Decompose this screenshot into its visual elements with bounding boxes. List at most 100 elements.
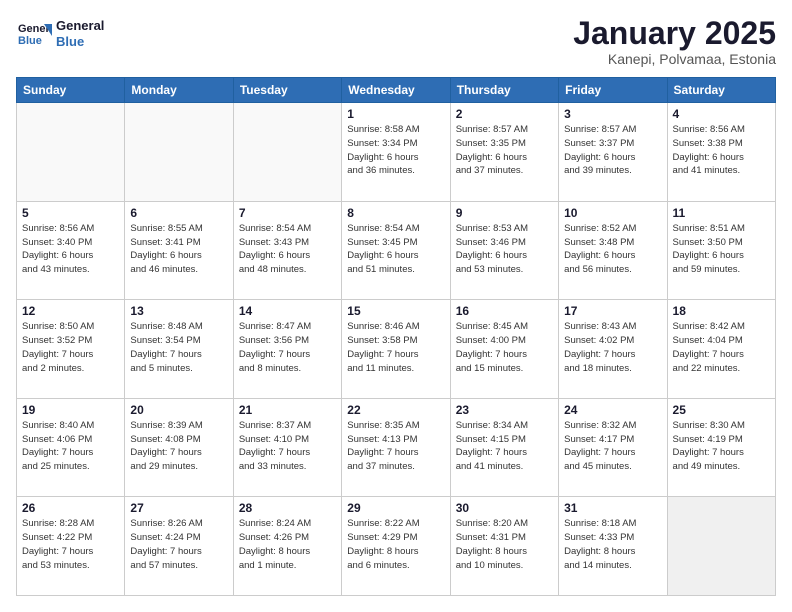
day-info: Sunrise: 8:45 AM Sunset: 4:00 PM Dayligh… — [456, 320, 553, 375]
weekday-header-sunday: Sunday — [17, 78, 125, 103]
calendar-cell: 23Sunrise: 8:34 AM Sunset: 4:15 PM Dayli… — [450, 398, 558, 497]
day-number: 10 — [564, 206, 661, 220]
day-number: 27 — [130, 501, 227, 515]
day-info: Sunrise: 8:30 AM Sunset: 4:19 PM Dayligh… — [673, 419, 770, 474]
logo-text-line1: General — [56, 18, 104, 34]
day-number: 22 — [347, 403, 444, 417]
svg-text:Blue: Blue — [18, 35, 42, 47]
day-info: Sunrise: 8:39 AM Sunset: 4:08 PM Dayligh… — [130, 419, 227, 474]
day-info: Sunrise: 8:53 AM Sunset: 3:46 PM Dayligh… — [456, 222, 553, 277]
calendar-cell: 22 Sunrise: 8:35 AM Sunset: 4:13 PM Dayli… — [342, 398, 450, 497]
day-number: 24 — [564, 403, 661, 417]
day-info: Sunrise: 8:47 AM Sunset: 3:56 PM Dayligh… — [239, 320, 336, 375]
calendar-cell: 27 Sunrise: 8:26 AM Sunset: 4:24 PM Dayli… — [125, 497, 233, 596]
calendar-cell: 12 Sunrise: 8:50 AM Sunset: 3:52 PM Dayli… — [17, 300, 125, 399]
day-number: 14 — [239, 304, 336, 318]
calendar-cell: 10Sunrise: 8:52 AM Sunset: 3:48 PM Dayli… — [559, 201, 667, 300]
weekday-header-wednesday: Wednesday — [342, 78, 450, 103]
day-info: Sunrise: 8:56 AM Sunset: 3:38 PM Dayligh… — [673, 123, 770, 178]
calendar-cell: 13Sunrise: 8:48 AM Sunset: 3:54 PM Dayli… — [125, 300, 233, 399]
day-info: Sunrise: 8:40 AM Sunset: 4:06 PM Dayligh… — [22, 419, 119, 474]
weekday-header-saturday: Saturday — [667, 78, 775, 103]
day-number: 12 — [22, 304, 119, 318]
day-info: Sunrise: 8:56 AM Sunset: 3:40 PM Dayligh… — [22, 222, 119, 277]
day-number: 21 — [239, 403, 336, 417]
day-info: Sunrise: 8:57 AM Sunset: 3:37 PM Dayligh… — [564, 123, 661, 178]
logo-text-line2: Blue — [56, 34, 104, 50]
calendar-cell — [17, 103, 125, 202]
calendar-cell: 15 Sunrise: 8:46 AM Sunset: 3:58 PM Dayli… — [342, 300, 450, 399]
logo-icon: General Blue — [16, 16, 52, 52]
calendar-cell: 1 Sunrise: 8:58 AM Sunset: 3:34 PM Daylig… — [342, 103, 450, 202]
day-number: 20 — [130, 403, 227, 417]
calendar-cell: 2 Sunrise: 8:57 AM Sunset: 3:35 PM Daylig… — [450, 103, 558, 202]
day-number: 19 — [22, 403, 119, 417]
day-info: Sunrise: 8:37 AM Sunset: 4:10 PM Dayligh… — [239, 419, 336, 474]
day-info: Sunrise: 8:50 AM Sunset: 3:52 PM Dayligh… — [22, 320, 119, 375]
day-number: 29 — [347, 501, 444, 515]
day-info: Sunrise: 8:22 AM Sunset: 4:29 PM Dayligh… — [347, 517, 444, 572]
calendar-cell: 14 Sunrise: 8:47 AM Sunset: 3:56 PM Dayli… — [233, 300, 341, 399]
calendar-cell: 20 Sunrise: 8:39 AM Sunset: 4:08 PM Dayli… — [125, 398, 233, 497]
day-info: Sunrise: 8:54 AM Sunset: 3:45 PM Dayligh… — [347, 222, 444, 277]
weekday-header-friday: Friday — [559, 78, 667, 103]
calendar-cell: 17 Sunrise: 8:43 AM Sunset: 4:02 PM Dayli… — [559, 300, 667, 399]
calendar-cell: 24 Sunrise: 8:32 AM Sunset: 4:17 PM Dayli… — [559, 398, 667, 497]
day-info: Sunrise: 8:42 AM Sunset: 4:04 PM Dayligh… — [673, 320, 770, 375]
calendar-week-0: 1 Sunrise: 8:58 AM Sunset: 3:34 PM Daylig… — [17, 103, 776, 202]
day-info: Sunrise: 8:34 AM Sunset: 4:15 PM Dayligh… — [456, 419, 553, 474]
day-number: 4 — [673, 107, 770, 121]
day-number: 2 — [456, 107, 553, 121]
day-info: Sunrise: 8:35 AM Sunset: 4:13 PM Dayligh… — [347, 419, 444, 474]
logo: General Blue General Blue — [16, 16, 104, 52]
day-number: 17 — [564, 304, 661, 318]
calendar-cell: 11Sunrise: 8:51 AM Sunset: 3:50 PM Dayli… — [667, 201, 775, 300]
calendar-cell: 16Sunrise: 8:45 AM Sunset: 4:00 PM Dayli… — [450, 300, 558, 399]
day-info: Sunrise: 8:26 AM Sunset: 4:24 PM Dayligh… — [130, 517, 227, 572]
day-info: Sunrise: 8:24 AM Sunset: 4:26 PM Dayligh… — [239, 517, 336, 572]
calendar-cell: 6 Sunrise: 8:55 AM Sunset: 3:41 PM Daylig… — [125, 201, 233, 300]
calendar-cell — [125, 103, 233, 202]
day-number: 8 — [347, 206, 444, 220]
day-number: 28 — [239, 501, 336, 515]
calendar-cell: 28 Sunrise: 8:24 AM Sunset: 4:26 PM Dayli… — [233, 497, 341, 596]
calendar-cell: 4 Sunrise: 8:56 AM Sunset: 3:38 PM Daylig… — [667, 103, 775, 202]
calendar-cell: 31 Sunrise: 8:18 AM Sunset: 4:33 PM Dayli… — [559, 497, 667, 596]
day-number: 7 — [239, 206, 336, 220]
day-info: Sunrise: 8:46 AM Sunset: 3:58 PM Dayligh… — [347, 320, 444, 375]
day-info: Sunrise: 8:57 AM Sunset: 3:35 PM Dayligh… — [456, 123, 553, 178]
calendar-week-2: 12 Sunrise: 8:50 AM Sunset: 3:52 PM Dayli… — [17, 300, 776, 399]
day-info: Sunrise: 8:18 AM Sunset: 4:33 PM Dayligh… — [564, 517, 661, 572]
day-number: 26 — [22, 501, 119, 515]
day-number: 5 — [22, 206, 119, 220]
day-info: Sunrise: 8:54 AM Sunset: 3:43 PM Dayligh… — [239, 222, 336, 277]
day-number: 15 — [347, 304, 444, 318]
calendar-table: SundayMondayTuesdayWednesdayThursdayFrid… — [16, 77, 776, 596]
calendar-cell: 26Sunrise: 8:28 AM Sunset: 4:22 PM Dayli… — [17, 497, 125, 596]
title-block: January 2025 Kanepi, Polvamaa, Estonia — [573, 16, 776, 67]
calendar-cell: 21 Sunrise: 8:37 AM Sunset: 4:10 PM Dayli… — [233, 398, 341, 497]
day-number: 3 — [564, 107, 661, 121]
day-info: Sunrise: 8:32 AM Sunset: 4:17 PM Dayligh… — [564, 419, 661, 474]
day-info: Sunrise: 8:20 AM Sunset: 4:31 PM Dayligh… — [456, 517, 553, 572]
page: General Blue General Blue January 2025 K… — [0, 0, 792, 612]
day-info: Sunrise: 8:58 AM Sunset: 3:34 PM Dayligh… — [347, 123, 444, 178]
calendar-cell: 30Sunrise: 8:20 AM Sunset: 4:31 PM Dayli… — [450, 497, 558, 596]
calendar-week-1: 5 Sunrise: 8:56 AM Sunset: 3:40 PM Daylig… — [17, 201, 776, 300]
day-number: 11 — [673, 206, 770, 220]
calendar-cell: 19 Sunrise: 8:40 AM Sunset: 4:06 PM Dayli… — [17, 398, 125, 497]
month-title: January 2025 — [573, 16, 776, 51]
day-info: Sunrise: 8:55 AM Sunset: 3:41 PM Dayligh… — [130, 222, 227, 277]
weekday-header-row: SundayMondayTuesdayWednesdayThursdayFrid… — [17, 78, 776, 103]
calendar-cell: 29 Sunrise: 8:22 AM Sunset: 4:29 PM Dayli… — [342, 497, 450, 596]
day-number: 1 — [347, 107, 444, 121]
day-number: 9 — [456, 206, 553, 220]
calendar-cell — [667, 497, 775, 596]
day-number: 6 — [130, 206, 227, 220]
calendar-cell: 8 Sunrise: 8:54 AM Sunset: 3:45 PM Daylig… — [342, 201, 450, 300]
calendar-cell: 9 Sunrise: 8:53 AM Sunset: 3:46 PM Daylig… — [450, 201, 558, 300]
day-number: 13 — [130, 304, 227, 318]
calendar-cell: 3 Sunrise: 8:57 AM Sunset: 3:37 PM Daylig… — [559, 103, 667, 202]
day-number: 31 — [564, 501, 661, 515]
day-info: Sunrise: 8:43 AM Sunset: 4:02 PM Dayligh… — [564, 320, 661, 375]
